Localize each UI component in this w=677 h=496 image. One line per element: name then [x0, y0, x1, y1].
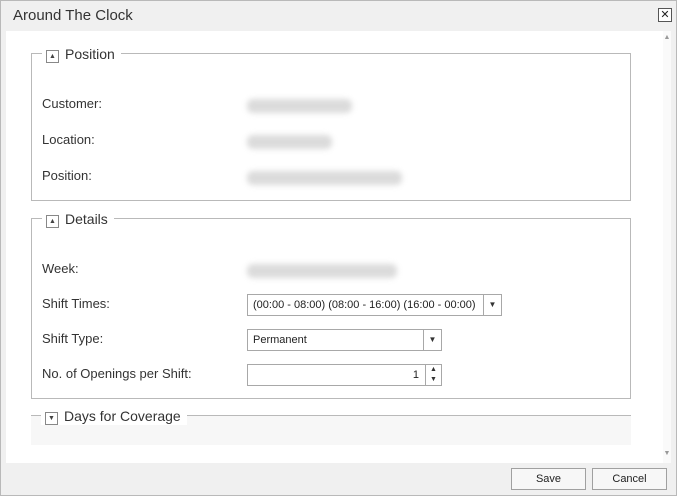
openings-spin-buttons: ▲ ▼ [425, 365, 441, 385]
chevron-down-icon[interactable]: ▼ [483, 295, 501, 315]
dialog-title: Around The Clock [13, 7, 133, 24]
expand-days-toggle-icon[interactable]: ▼ [45, 411, 58, 425]
cancel-button[interactable]: Cancel [592, 468, 667, 490]
customer-label: Customer: [42, 96, 102, 111]
details-legend: ▲ Details [42, 210, 114, 228]
save-button[interactable]: Save [511, 468, 586, 490]
position-legend: ▲ Position [42, 45, 121, 63]
days-legend-label: Days for Coverage [64, 408, 181, 424]
location-value-redacted [247, 135, 332, 149]
close-icon[interactable]: ✕ [658, 8, 672, 22]
dialog-content: ▲ Position Customer: Location: Position:… [6, 31, 671, 463]
week-value-redacted [247, 264, 397, 278]
decrement-icon[interactable]: ▼ [426, 375, 441, 385]
position-label: Position: [42, 168, 92, 183]
customer-value-redacted [247, 99, 352, 113]
openings-label: No. of Openings per Shift: [42, 366, 192, 381]
around-the-clock-dialog: Around The Clock ✕ ▲ Position Customer: … [0, 0, 677, 496]
position-section: ▲ Position Customer: Location: Position: [31, 45, 631, 201]
shift-type-value: Permanent [253, 334, 307, 346]
chevron-down-icon[interactable]: ▼ [423, 330, 441, 350]
vertical-scrollbar[interactable]: ▲ ▼ [663, 31, 671, 463]
shift-times-label: Shift Times: [42, 296, 110, 311]
shift-times-dropdown[interactable]: (00:00 - 08:00) (08:00 - 16:00) (16:00 -… [247, 294, 502, 316]
days-legend: ▼ Days for Coverage [41, 407, 187, 425]
collapse-position-toggle-icon[interactable]: ▲ [46, 49, 59, 63]
position-value-redacted [247, 171, 402, 185]
increment-icon[interactable]: ▲ [426, 365, 441, 375]
details-section: ▲ Details Week: Shift Times: (00:00 - 08… [31, 210, 631, 399]
dialog-footer: Save Cancel [1, 463, 676, 495]
week-label: Week: [42, 261, 79, 276]
shift-type-dropdown[interactable]: Permanent ▼ [247, 329, 442, 351]
details-legend-label: Details [65, 211, 108, 227]
position-legend-label: Position [65, 46, 115, 62]
openings-stepper[interactable]: 1 ▲ ▼ [247, 364, 442, 386]
collapse-details-toggle-icon[interactable]: ▲ [46, 214, 59, 228]
scroll-up-icon[interactable]: ▲ [663, 33, 671, 43]
days-for-coverage-section: ▼ Days for Coverage [31, 407, 631, 445]
location-label: Location: [42, 132, 95, 147]
shift-type-label: Shift Type: [42, 331, 104, 346]
shift-times-value: (00:00 - 08:00) (08:00 - 16:00) (16:00 -… [253, 299, 476, 311]
scroll-down-icon[interactable]: ▼ [663, 449, 671, 459]
openings-value: 1 [412, 369, 419, 381]
dialog-titlebar: Around The Clock ✕ [1, 1, 676, 31]
